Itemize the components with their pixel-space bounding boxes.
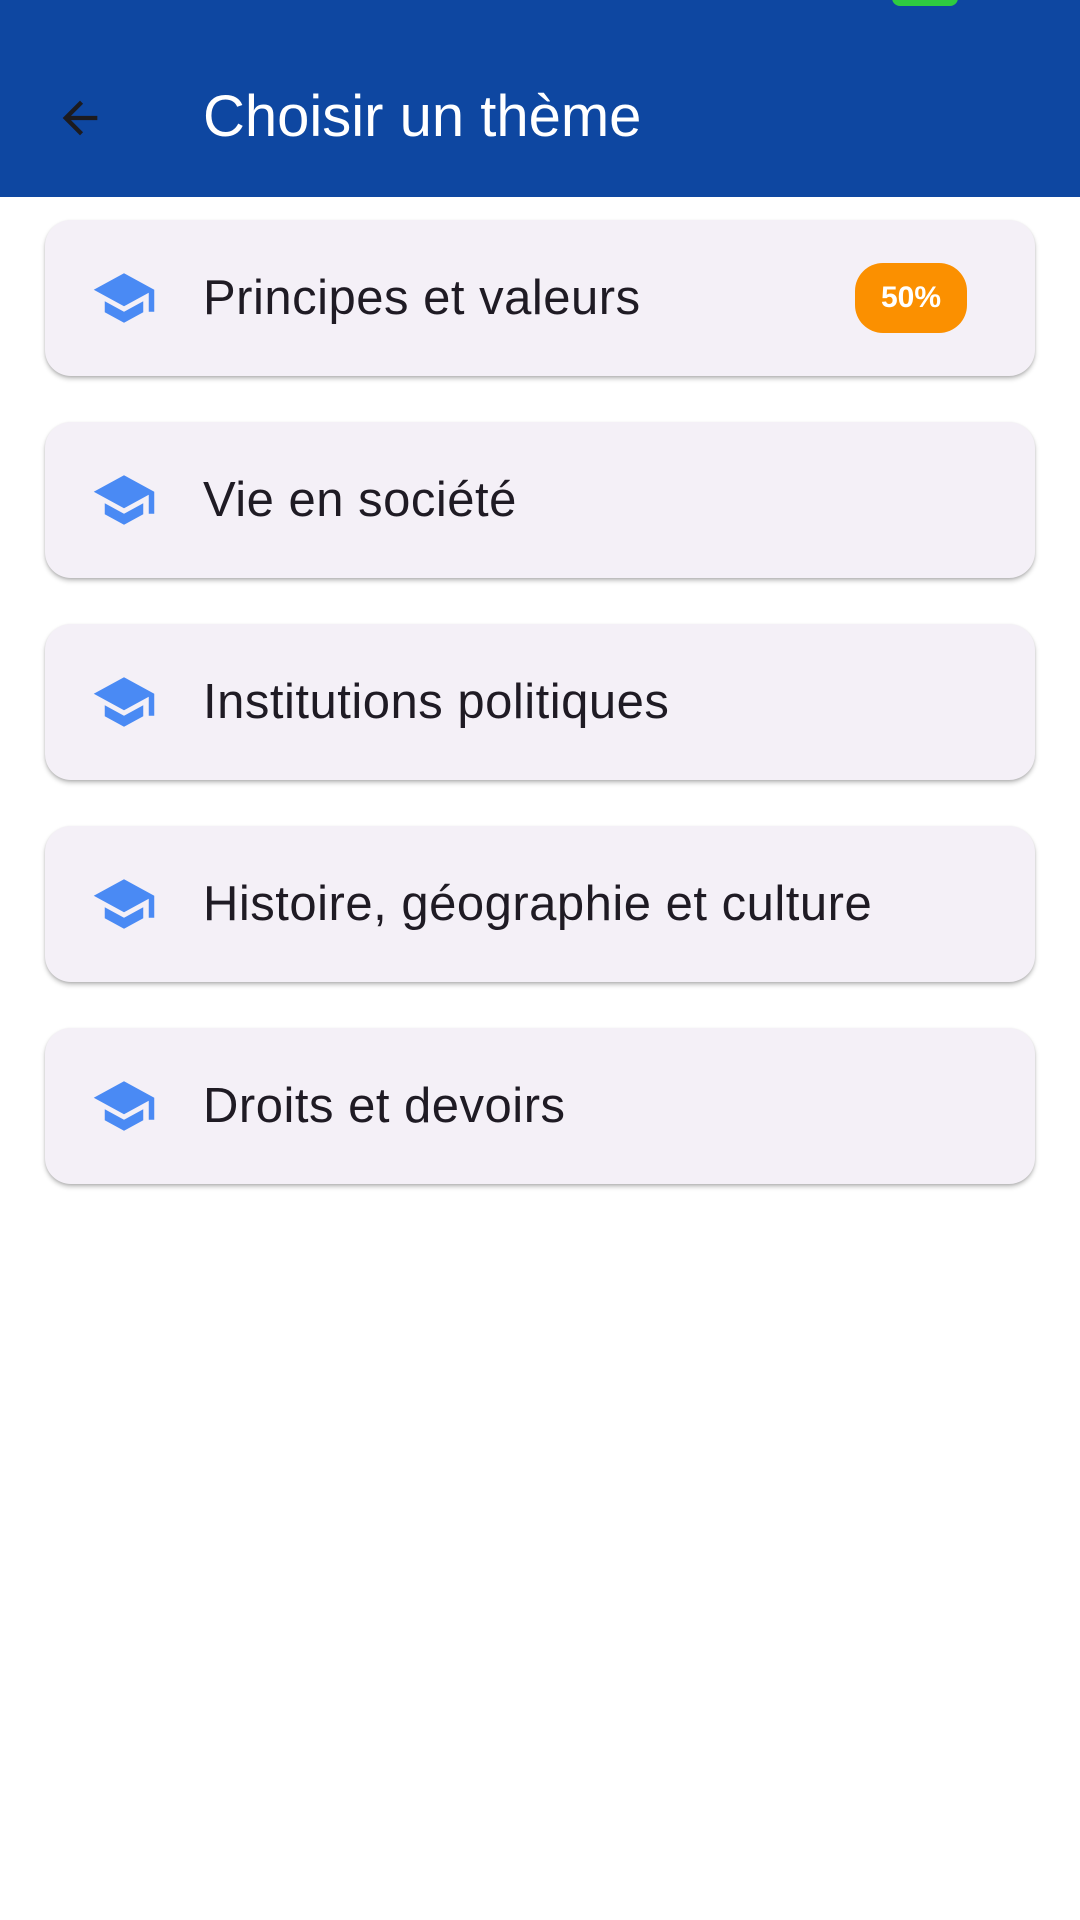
graduation-cap-icon [93,273,155,323]
theme-label: Institutions politiques [203,675,670,729]
page-title: Choisir un thème [203,84,642,149]
theme-card-vie-en-societe[interactable]: Vie en société [45,422,1035,578]
back-button[interactable] [40,78,120,158]
theme-card-institutions-politiques[interactable]: Institutions politiques [45,624,1035,780]
theme-card-principes-et-valeurs[interactable]: Principes et valeurs 50% [45,220,1035,376]
graduation-cap-icon [93,879,155,929]
theme-label: Vie en société [203,473,517,527]
theme-card-droits-et-devoirs[interactable]: Droits et devoirs [45,1028,1035,1184]
battery-icon [892,0,958,6]
graduation-cap-icon [93,677,155,727]
app-bar: Choisir un thème [0,0,1080,197]
progress-badge: 50% [855,263,967,333]
theme-label: Principes et valeurs [203,271,641,325]
theme-card-histoire-geographie-culture[interactable]: Histoire, géographie et culture [45,826,1035,982]
theme-list: Principes et valeurs 50% Vie en société … [45,220,1035,1230]
arrow-back-icon [62,100,98,136]
screen: Choisir un thème Principes et valeurs 50… [0,0,1080,1920]
theme-label: Droits et devoirs [203,1079,566,1133]
theme-label: Histoire, géographie et culture [203,877,873,931]
graduation-cap-icon [93,475,155,525]
status-bar [0,0,1080,10]
graduation-cap-icon [93,1081,155,1131]
